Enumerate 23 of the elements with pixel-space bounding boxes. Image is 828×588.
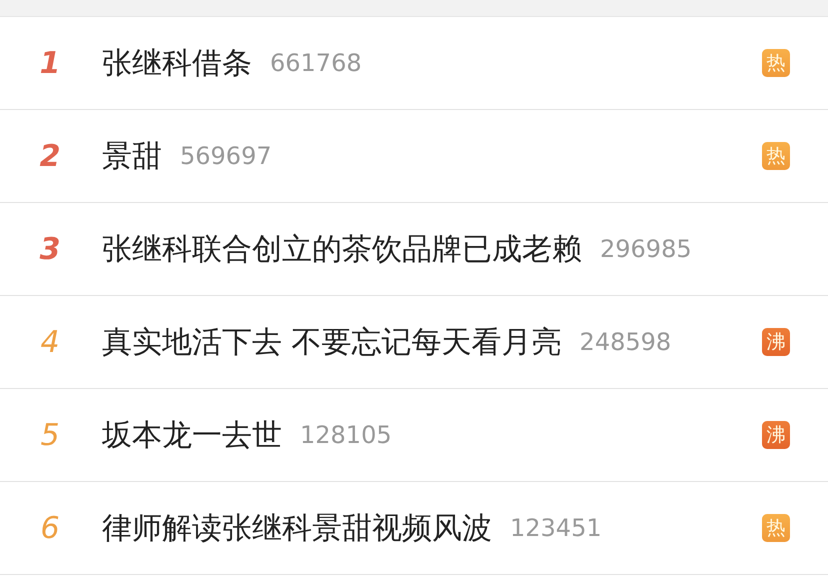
heat-badge: 热 [762,514,790,542]
topic-title[interactable]: 真实地活下去 不要忘记每天看月亮 [102,322,562,362]
heat-count: 569697 [180,142,272,170]
topic-title[interactable]: 张继科借条 [102,42,252,84]
heat-count: 128105 [300,421,392,449]
topic-title[interactable]: 张继科联合创立的茶饮品牌已成老赖 [102,228,582,270]
heat-badge: 沸 [762,421,790,449]
heat-count: 296985 [600,235,692,263]
heat-count: 123451 [510,514,602,542]
heat-badge: 热 [762,142,790,170]
heat-badge: 热 [762,49,790,77]
rank-number: 6 [39,510,61,546]
topic-title[interactable]: 律师解读张继科景甜视频风波 [102,508,492,548]
heat-count: 661768 [270,49,362,77]
topic-title[interactable]: 景甜 [102,136,162,176]
rank-number: 1 [38,46,62,80]
rank-number: 2 [38,138,62,174]
rank-number: 5 [39,418,61,452]
heat-badge: 沸 [762,328,790,356]
heat-count: 248598 [580,328,672,356]
topic-title[interactable]: 坂本龙一去世 [102,414,282,456]
rank-number: 4 [39,324,61,360]
rank-number: 3 [38,232,62,266]
